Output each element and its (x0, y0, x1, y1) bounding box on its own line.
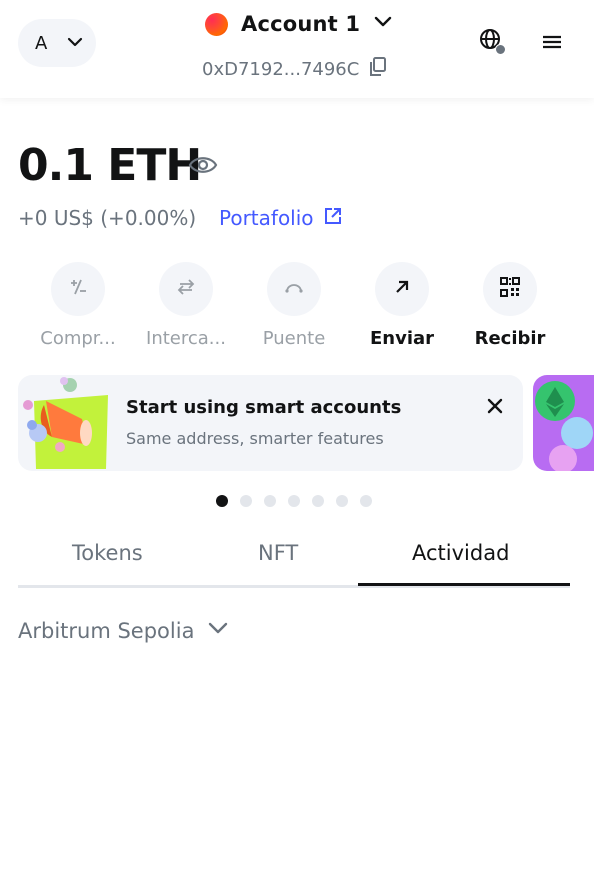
external-link-icon (314, 206, 342, 230)
action-icon-circle (267, 262, 321, 316)
tab-nft[interactable]: NFT (258, 541, 298, 565)
close-icon (484, 398, 506, 421)
action-icon-circle (51, 262, 105, 316)
carousel-dot[interactable] (360, 495, 372, 507)
qr-code-icon (498, 275, 522, 303)
plus-minus-icon (66, 275, 90, 303)
portfolio-label: Portafolio (219, 206, 314, 230)
account-picker-button[interactable]: Account 1 (205, 11, 394, 37)
banner-subtitle: Same address, smarter features (126, 429, 384, 448)
connection-status-dot (495, 44, 506, 55)
crypto-coins-illustration (533, 381, 594, 471)
megaphone-illustration (18, 375, 114, 471)
chevron-down-icon (372, 11, 394, 37)
swap-arrows-icon (174, 275, 198, 303)
send-button[interactable]: Enviar (348, 262, 456, 349)
toggle-balance-visibility-button[interactable] (188, 153, 218, 179)
copy-icon (369, 57, 387, 81)
active-tab-indicator (358, 583, 570, 586)
network-filter-label: Arbitrum Sepolia (18, 618, 195, 643)
bridge-button[interactable]: Puente (240, 262, 348, 349)
carousel-dot[interactable] (336, 495, 348, 507)
action-label: Puente (262, 328, 326, 349)
arrow-up-right-icon (390, 275, 414, 303)
action-bar: Compr... Interca... Puente Enviar Recibi… (24, 262, 564, 352)
asset-tabs: Tokens NFT Actividad (18, 538, 570, 588)
carousel-dot[interactable] (240, 495, 252, 507)
account-address-copy[interactable]: 0xD7192...7496C (202, 57, 387, 81)
tab-tokens[interactable]: Tokens (72, 541, 143, 565)
receive-button[interactable]: Recibir (456, 262, 564, 349)
token-balance: 0.1 ETH (18, 140, 202, 191)
action-icon-circle (483, 262, 537, 316)
chevron-down-icon (66, 33, 84, 55)
action-label: Enviar (369, 328, 435, 349)
action-label: Compr... (40, 328, 116, 349)
carousel-dot[interactable] (288, 495, 300, 507)
banner-title: Start using smart accounts (126, 397, 402, 418)
smart-account-banner[interactable]: Start using smart accounts Same address,… (18, 375, 523, 471)
network-picker-button[interactable]: A (18, 19, 96, 67)
eye-icon (188, 157, 218, 181)
account-avatar (205, 12, 228, 36)
hamburger-menu-icon (541, 35, 563, 56)
action-label: Recibir (474, 328, 546, 349)
connected-sites-button[interactable] (479, 28, 509, 58)
next-banner-peek[interactable] (533, 375, 594, 471)
carousel-dot[interactable] (216, 495, 228, 507)
carousel-pagination (216, 495, 384, 507)
menu-button[interactable] (541, 32, 563, 52)
action-icon-circle (159, 262, 213, 316)
portfolio-link[interactable]: Portafolio (219, 206, 342, 230)
account-address: 0xD7192...7496C (202, 58, 360, 80)
fiat-balance-change: +0 US$ (+0.00%) (18, 206, 197, 230)
chevron-down-icon (194, 617, 230, 644)
tab-activity[interactable]: Actividad (412, 541, 509, 565)
bridge-icon (282, 275, 306, 303)
carousel-dot[interactable] (264, 495, 276, 507)
swap-button[interactable]: Interca... (132, 262, 240, 349)
account-name: Account 1 (241, 12, 361, 36)
carousel-dot[interactable] (312, 495, 324, 507)
action-label: Interca... (146, 328, 226, 349)
app-header: A Account 1 0xD7192...7496C (0, 0, 594, 98)
buy-button[interactable]: Compr... (24, 262, 132, 349)
network-filter-dropdown[interactable]: Arbitrum Sepolia (18, 617, 230, 644)
network-avatar-letter: A (35, 32, 48, 54)
action-icon-circle (375, 262, 429, 316)
banner-close-button[interactable] (484, 395, 506, 417)
